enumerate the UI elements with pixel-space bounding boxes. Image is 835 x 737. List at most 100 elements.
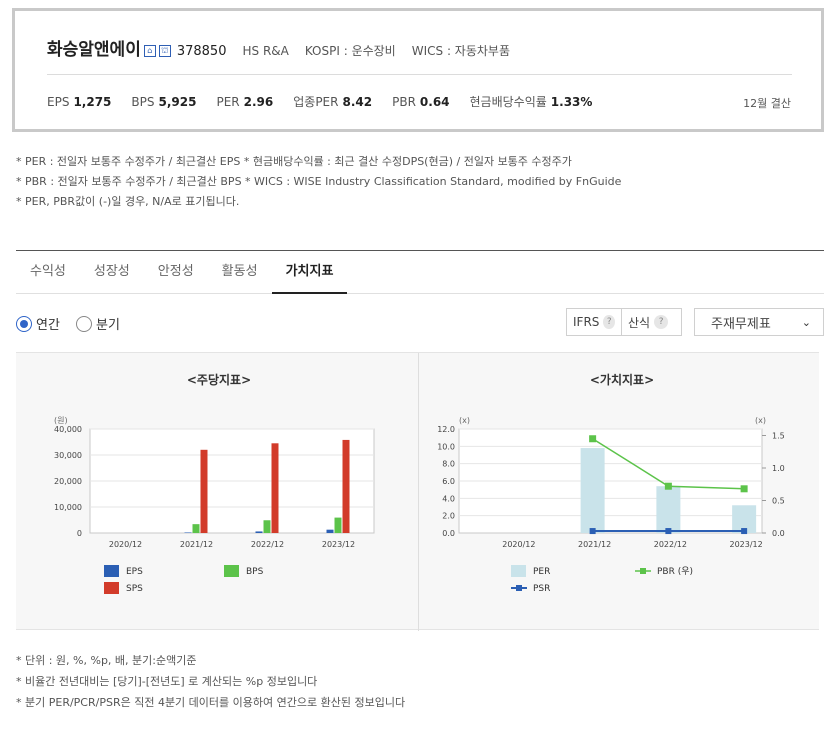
bar-per: [656, 486, 681, 533]
point-psr: [665, 528, 672, 535]
point-pbr: [664, 482, 672, 490]
radio-unchecked-icon: [76, 315, 92, 332]
english-name: HS R&A: [242, 44, 289, 58]
legend-label: PBR (우): [657, 566, 693, 577]
legend-label: PSR: [533, 584, 550, 594]
metric-pbr: PBR 0.64: [392, 95, 450, 109]
x-tick-label: 2020/12: [109, 540, 142, 549]
help-icon: ?: [603, 315, 615, 329]
building-icon[interactable]: ⛫: [158, 45, 171, 57]
legend-swatch: [104, 582, 119, 594]
y-axis-unit: (x): [459, 416, 470, 425]
note-line: * PBR : 전일자 보통주 수정주가 / 최근결산 BPS * WICS :…: [16, 175, 622, 188]
tab-valuation[interactable]: 가치지표: [271, 251, 348, 294]
key-metrics-row: EPS 1,275 BPS 5,925 PER 2.96 업종PER 8.42 PBR 0…: [47, 93, 612, 110]
definition-notes: * PER : 전일자 보통주 수정주가 / 최근결산 EPS * 현금배당수익…: [16, 152, 621, 212]
tab-profitability[interactable]: 수익성: [16, 251, 80, 294]
company-title-row: 화승알앤에이 ⌂ ⛫ 378850 HS R&A KOSPI : 운수장비 WI…: [47, 35, 510, 60]
help-icon: ?: [654, 315, 669, 329]
legend-label: PER: [533, 567, 550, 577]
legend-label: EPS: [126, 567, 143, 577]
bar-bps: [192, 524, 200, 533]
bar-per: [580, 448, 605, 533]
y-tick-label: 10.0: [437, 442, 455, 451]
wics-sector: WICS : 자동차부품: [411, 44, 511, 58]
y-tick-label: 40,000: [54, 425, 82, 434]
point-psr: [741, 528, 748, 535]
metric-dividend-yield: 현금배당수익률 1.33%: [469, 95, 593, 109]
chart-title: <주당지표>: [187, 372, 251, 387]
chart-panel: <주당지표> (원) 0 10,000 20,000 30,000 40,000 2020/1…: [16, 352, 819, 631]
y-tick-label: 12.0: [437, 425, 455, 434]
note-line: * PER, PBR값이 (-)일 경우, N/A로 표기됩니다.: [16, 195, 240, 208]
metric-industry-per: 업종PER 8.42: [293, 95, 373, 109]
header-divider: [47, 74, 792, 75]
y-tick-label: 20,000: [54, 477, 82, 486]
bar-sps: [271, 443, 279, 533]
bar-sps: [200, 449, 208, 533]
note-line: * 분기 PER/PCR/PSR은 직전 4분기 데이터를 이용하여 연간으로 …: [16, 696, 406, 709]
point-psr: [589, 528, 596, 535]
x-tick-label: 2020/12: [502, 540, 535, 549]
chart-title: <가치지표>: [590, 372, 654, 387]
tab-stability[interactable]: 안정성: [144, 251, 208, 294]
y-tick-label: 10,000: [54, 503, 82, 512]
y-tick-label: 0: [77, 529, 82, 538]
legend-swatch: [511, 565, 526, 577]
x-tick-label: 2021/12: [578, 540, 611, 549]
x-tick-label: 2023/12: [730, 540, 763, 549]
statement-type-select[interactable]: 주재무제표 ⌄: [694, 308, 824, 336]
bar-eps: [326, 529, 334, 533]
legend-marker: [516, 585, 522, 591]
home-icon[interactable]: ⌂: [143, 45, 156, 57]
x-tick-label: 2023/12: [322, 540, 355, 549]
x-tick-label: 2022/12: [654, 540, 687, 549]
y-tick-label: 8.0: [442, 460, 455, 469]
y-tick-label: 0.0: [442, 529, 455, 538]
chart-controls: 연간 분기 IFRS ? 산식 ? 주재무제표 ⌄: [16, 308, 824, 338]
legend-label: BPS: [246, 567, 264, 577]
y2-tick-label: 1.5: [772, 432, 785, 441]
y-axis-unit: (원): [54, 416, 68, 425]
point-pbr: [589, 435, 597, 443]
note-line: * PER : 전일자 보통주 수정주가 / 최근결산 EPS * 현금배당수익…: [16, 155, 572, 168]
metric-eps: EPS 1,275: [47, 95, 112, 109]
note-line: * 비율간 전년대비는 [당기]-[전년도] 로 계산되는 %p 정보입니다: [16, 675, 318, 688]
legend-label: SPS: [126, 584, 143, 594]
y2-axis-unit: (x): [755, 416, 766, 425]
bar-bps: [334, 517, 342, 533]
bar-bps: [263, 520, 271, 533]
unit-notes: * 단위 : 원, %, %p, 배, 분기:순액기준 * 비율간 전년대비는 …: [16, 650, 405, 713]
valuation-chart: <가치지표> (x) (x) 0.0 2.0 4.0 6.0 8.0 10.0 12.0 0.0 0.…: [437, 372, 785, 594]
point-pbr: [740, 485, 748, 493]
tab-activity[interactable]: 활동성: [208, 251, 272, 294]
note-line: * 단위 : 원, %, %p, 배, 분기:순액기준: [16, 654, 197, 667]
radio-checked-icon: [16, 315, 32, 332]
indicator-tabs: 수익성 성장성 안정성 활동성 가치지표: [16, 251, 824, 294]
y2-tick-label: 0.0: [772, 529, 785, 538]
y2-tick-label: 0.5: [772, 497, 785, 506]
quarter-radio[interactable]: 분기: [76, 314, 120, 333]
ifrs-help-button[interactable]: IFRS ?: [566, 308, 622, 336]
bar-eps: [255, 531, 263, 533]
tab-growth[interactable]: 성장성: [80, 251, 144, 294]
metric-per: PER 2.96: [216, 95, 274, 109]
legend-marker: [640, 568, 646, 574]
x-tick-label: 2022/12: [251, 540, 284, 549]
bar-sps: [342, 439, 350, 533]
y-tick-label: 2.0: [442, 512, 455, 521]
x-tick-label: 2021/12: [180, 540, 213, 549]
settlement-month: 12월 결산: [743, 97, 791, 110]
annual-radio[interactable]: 연간: [16, 314, 60, 333]
market-sector: KOSPI : 운수장비: [304, 44, 396, 58]
stock-code: 378850: [176, 44, 227, 59]
legend-swatch: [224, 565, 239, 577]
y-tick-label: 30,000: [54, 451, 82, 460]
company-summary-box: 화승알앤에이 ⌂ ⛫ 378850 HS R&A KOSPI : 운수장비 WI…: [12, 8, 824, 132]
company-name: 화승알앤에이: [47, 40, 141, 60]
bar-eps: [184, 532, 192, 533]
per-share-chart: <주당지표> (원) 0 10,000 20,000 30,000 40,000 2020/1…: [54, 372, 375, 594]
formula-help-button[interactable]: 산식 ?: [622, 308, 682, 336]
chevron-down-icon: ⌄: [801, 315, 811, 329]
metric-bps: BPS 5,925: [131, 95, 197, 109]
